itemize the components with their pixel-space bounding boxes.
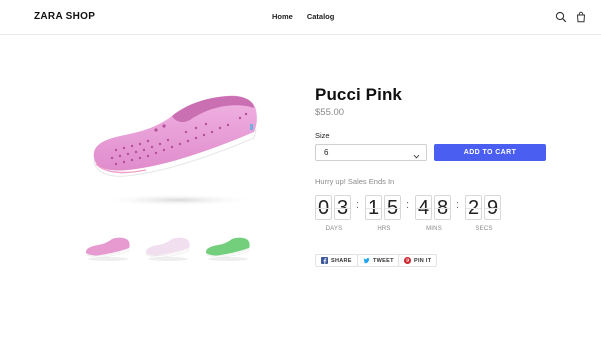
countdown-label-mins: MINS [426,226,442,232]
countdown-separator: : [456,199,460,211]
countdown-digit: 3 [334,195,351,220]
countdown-digit: 0 [315,195,332,220]
share-pinterest-label: PIN IT [414,257,432,264]
facebook-icon [321,257,328,264]
countdown-digit: 9 [484,195,501,220]
countdown-digit: 5 [384,195,401,220]
countdown-digit: 2 [465,195,482,220]
share-pinterest-button[interactable]: PIN IT [398,254,438,267]
share-twitter-button[interactable]: TWEET [357,254,400,267]
countdown-separator: : [406,199,410,211]
thumbnail-green[interactable] [204,234,252,262]
chevron-down-icon [412,148,421,159]
size-select[interactable]: 6 [315,144,427,161]
search-icon[interactable] [555,11,567,23]
countdown-digit: 8 [434,195,451,220]
share-facebook-button[interactable]: SHARE [315,254,358,267]
product-main-image[interactable] [86,88,266,206]
add-to-cart-button[interactable]: ADD TO CART [434,144,546,161]
countdown-label-hours: HRS [377,226,391,232]
countdown-label-secs: SECS [475,226,493,232]
product-price: $55.00 [315,107,345,118]
nav-home[interactable]: Home [272,12,293,21]
share-twitter-label: TWEET [373,257,394,264]
countdown-separator: : [356,199,360,211]
cart-icon[interactable] [575,11,587,23]
pinterest-icon [404,257,411,264]
size-select-value: 6 [324,148,329,157]
countdown-digit: 4 [415,195,432,220]
product-title: Pucci Pink [315,85,402,104]
thumbnail-white[interactable] [144,234,192,262]
site-header: ZARA SHOP Home Catalog [0,0,601,35]
main-nav: Home Catalog [272,12,334,21]
sales-ends-text: Hurry up! Sales Ends In [315,177,395,186]
countdown-digit: 1 [365,195,382,220]
twitter-icon [363,257,370,264]
countdown-label-days: DAYS [325,226,343,232]
size-label: Size [315,131,330,140]
share-facebook-label: SHARE [331,257,352,264]
site-logo[interactable]: ZARA SHOP [34,11,95,22]
thumbnail-pink[interactable] [84,234,132,262]
nav-catalog[interactable]: Catalog [307,12,335,21]
